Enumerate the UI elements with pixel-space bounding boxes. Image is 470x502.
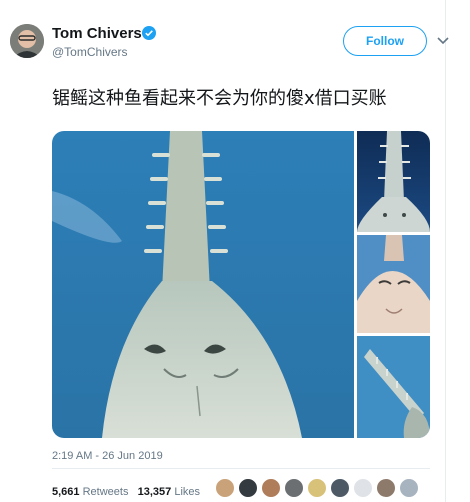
- media-grid: [52, 131, 430, 438]
- photo-sawfish-main[interactable]: [52, 131, 354, 438]
- liker-avatar[interactable]: [353, 478, 373, 498]
- follow-button[interactable]: Follow: [343, 26, 427, 56]
- liker-avatar[interactable]: [261, 478, 281, 498]
- photo-sawfish-side[interactable]: [357, 336, 430, 438]
- chevron-down-icon[interactable]: [436, 33, 450, 47]
- liker-avatar[interactable]: [215, 478, 235, 498]
- retweets-count[interactable]: 5,661: [52, 486, 80, 498]
- handle[interactable]: @TomChivers: [52, 45, 128, 59]
- liker-avatar[interactable]: [284, 478, 304, 498]
- liker-avatar[interactable]: [399, 478, 419, 498]
- tweet-text: 锯鳐这种鱼看起来不会为你的傻x借口买账: [52, 88, 387, 109]
- photo-sawfish-top[interactable]: [357, 131, 430, 232]
- liker-avatar[interactable]: [376, 478, 396, 498]
- tweet-card: Tom Chivers @TomChivers Follow 锯鳐这种鱼看起来不…: [0, 0, 470, 502]
- avatar[interactable]: [10, 24, 44, 58]
- display-name[interactable]: Tom Chivers: [52, 25, 142, 42]
- tweet-timestamp[interactable]: 2:19 AM - 26 Jun 2019: [52, 450, 163, 462]
- photo-sawfish-face[interactable]: [357, 235, 430, 333]
- likes-count[interactable]: 13,357: [138, 486, 172, 498]
- likes-label[interactable]: Likes: [174, 486, 200, 498]
- liker-avatar[interactable]: [307, 478, 327, 498]
- retweets-label[interactable]: Retweets: [83, 486, 129, 498]
- liker-avatar[interactable]: [330, 478, 350, 498]
- liker-avatar[interactable]: [238, 478, 258, 498]
- timeline-border: [445, 0, 446, 502]
- verified-badge-icon: [142, 26, 156, 40]
- stats-divider: [52, 468, 430, 469]
- tweet-stats: 5,661 Retweets 13,357 Likes: [52, 486, 200, 498]
